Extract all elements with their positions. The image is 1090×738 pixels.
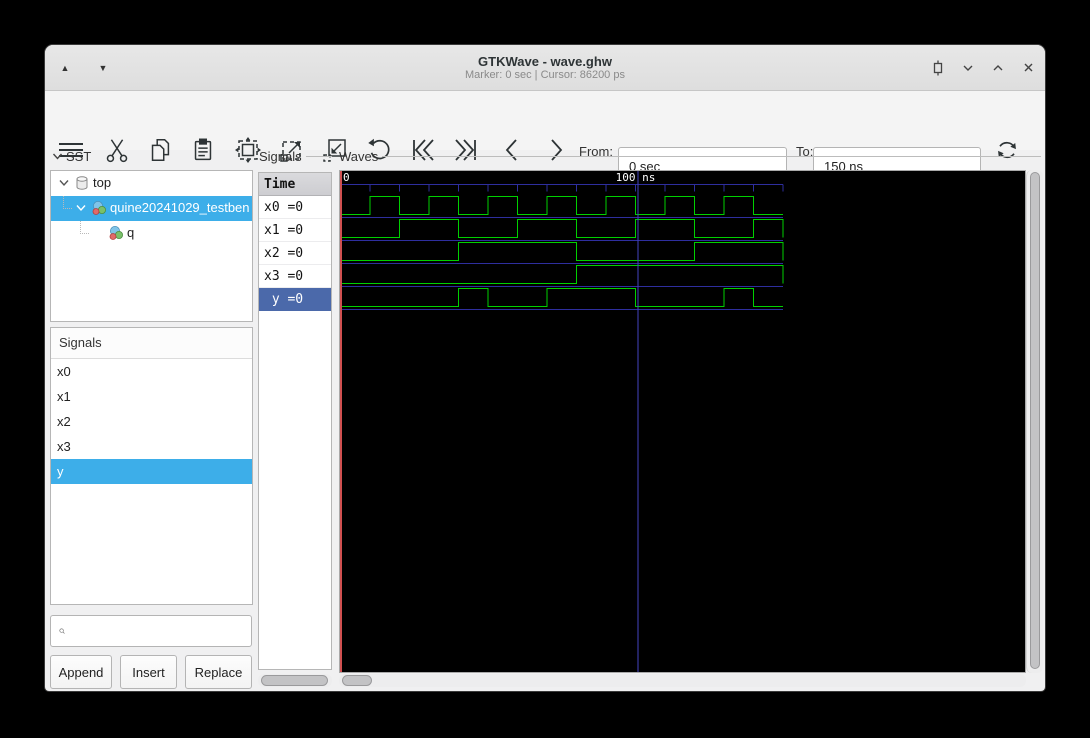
close-icon [1024, 63, 1032, 72]
paste-button[interactable] [186, 133, 220, 167]
wave-name-row-x2[interactable]: x2 =0 [259, 242, 331, 265]
titlebar: ▲ ▼ GTKWave - wave.ghw Marker: 0 sec | C… [45, 45, 1045, 91]
chevron-down-icon [963, 65, 973, 71]
window-title: GTKWave - wave.ghw [478, 53, 612, 69]
signal-list-item-x3[interactable]: x3 [51, 434, 252, 459]
minimize-button[interactable] [959, 59, 977, 77]
copy-icon [151, 138, 170, 162]
close-button[interactable] [1019, 59, 1037, 77]
tree-guide-line [80, 221, 89, 234]
waveform-display: 0 100 ns [340, 171, 784, 672]
tree-item-label: quine20241029_testben [110, 200, 250, 215]
signal-list-item-y[interactable]: y [51, 459, 252, 484]
cut-icon [106, 139, 128, 163]
wave-name-row-x1[interactable]: x1 =0 [259, 219, 331, 242]
signal-search [50, 615, 252, 647]
search-icon [59, 628, 65, 634]
maximize-icon [933, 60, 943, 75]
wave-names-hscrollbar[interactable] [258, 674, 332, 687]
waveform-y [340, 287, 783, 308]
svg-text:0: 0 [343, 171, 350, 184]
signal-list-item-x1[interactable]: x1 [51, 384, 252, 409]
cut-button[interactable] [100, 133, 134, 167]
component-spheres-icon [91, 200, 107, 216]
shade-down-button[interactable]: ▼ [95, 63, 111, 73]
tree-item-quine20241029-testben[interactable]: quine20241029_testben [51, 196, 252, 221]
waves-canvas[interactable]: 0 100 ns [339, 170, 1026, 673]
tree-item-label: q [127, 225, 135, 240]
signals-frame-label: Signals [259, 149, 332, 164]
tree-item-q[interactable]: q [51, 221, 252, 246]
signal-browser-header: Signals [51, 328, 252, 359]
waves-hscrollbar[interactable] [339, 674, 1026, 687]
gtkwave-window: ▲ ▼ GTKWave - wave.ghw Marker: 0 sec | C… [45, 45, 1045, 691]
waveform-x0 [340, 195, 783, 216]
waveform-x1 [340, 218, 784, 239]
waves-frame-label: Waves [339, 149, 1041, 164]
tree-item-top[interactable]: top [51, 171, 252, 196]
replace-button[interactable]: Replace [185, 655, 252, 689]
component-spheres-icon [108, 225, 124, 241]
copy-button[interactable] [143, 133, 177, 167]
toolbar: From: To: [45, 91, 1045, 185]
tree-item-label: top [93, 175, 112, 190]
shade-up-button[interactable]: ▲ [57, 63, 73, 73]
chevron-up-icon [993, 64, 1003, 70]
marker-cursor-status: Marker: 0 sec | Cursor: 86200 ps [465, 68, 625, 81]
wave-names-panel: Time x0 =0 x1 =0 x2 =0 x3 =0 y =0 [258, 172, 332, 670]
wave-name-row-y[interactable]: y =0 [259, 288, 331, 311]
svg-text:100 ns: 100 ns [616, 171, 656, 184]
wave-name-row-x0[interactable]: x0 =0 [259, 196, 331, 219]
sst-expander-icon [52, 153, 63, 160]
sst-frame-label[interactable]: SST [52, 149, 91, 164]
sst-tree-panel: top quine20241029_testbenq [50, 170, 253, 322]
paste-icon [194, 138, 212, 161]
waves-vscrollbar[interactable] [1026, 170, 1043, 673]
signal-list-item-x0[interactable]: x0 [51, 359, 252, 384]
signal-list-item-x2[interactable]: x2 [51, 409, 252, 434]
search-input[interactable] [71, 615, 251, 647]
insert-button[interactable]: Insert [120, 655, 177, 689]
append-button[interactable]: Append [50, 655, 112, 689]
restore-button[interactable] [989, 59, 1007, 77]
maximize-button[interactable] [929, 59, 947, 77]
wave-name-row-x3[interactable]: x3 =0 [259, 265, 331, 288]
waveform-x3 [340, 264, 784, 285]
time-header: Time [259, 173, 331, 196]
tree-guide-line [63, 196, 72, 209]
tree-expander-icon[interactable] [58, 177, 70, 189]
tree-expander-icon[interactable] [75, 202, 87, 214]
module-cylinder-icon [74, 175, 90, 191]
signal-browser-panel: Signals x0 x1 x2 x3 y [50, 327, 253, 605]
waveform-x2 [340, 241, 784, 262]
